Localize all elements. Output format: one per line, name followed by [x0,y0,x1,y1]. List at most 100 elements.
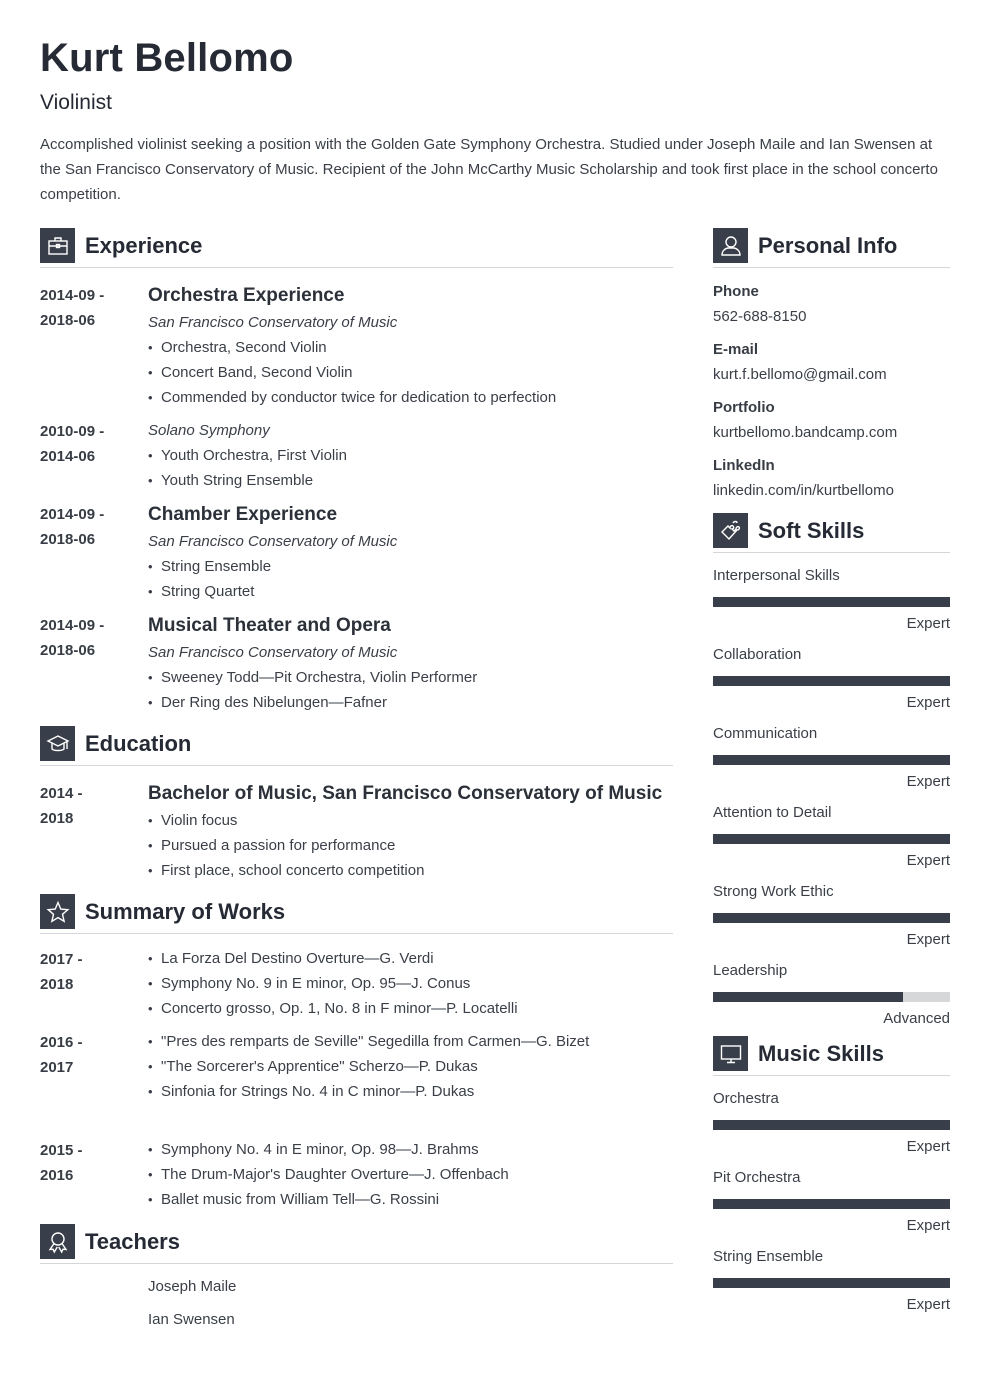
experience-section: Experience 2014-09 - 2018-06 Orchestra Ex… [40,228,673,715]
bullet-item: Youth String Ensemble [148,468,673,493]
skill-name: Leadership [713,962,788,979]
user-icon [713,228,748,263]
bullet-item: "Pres des remparts de Seville" Segedilla… [148,1029,673,1054]
skill-level-fill [713,834,950,844]
date-start: 2010-09 - [40,423,105,440]
skill-item: Leadership Advanced [713,958,950,1031]
bullet-item: Ballet music from William Tell—G. Rossin… [148,1187,673,1212]
bullet-item: The Drum-Major's Daughter Overture—J. Of… [148,1162,673,1187]
skill-item: Attention to Detail Expert [713,800,950,873]
skill-level-fill [713,913,950,923]
profile-summary: Accomplished violinist seeking a positio… [40,136,938,203]
skill-level-label: Expert [906,615,950,632]
bullet-item: Commended by conductor twice for dedicat… [148,385,673,410]
skill-level-fill [713,1120,950,1130]
award-ribbon-icon [40,1224,75,1259]
entry-organization: Solano Symphony [148,422,270,439]
experience-entry: 2010-09 - 2014-06 Solano Symphony Youth O… [40,418,673,493]
bullet-item: Concert Band, Second Violin [148,360,673,385]
portfolio-link[interactable]: kurtbellomo.bandcamp.com [713,420,950,445]
skill-level-fill [713,992,903,1002]
skill-name: Attention to Detail [713,804,832,821]
bullet-item: Sinfonia for Strings No. 4 in C minor—P.… [148,1079,673,1104]
bullet-item: "The Sorcerer's Apprentice" Scherzo—P. D… [148,1054,673,1079]
skill-level-bar [713,676,950,686]
experience-entry: 2014-09 - 2018-06 Orchestra Experience Sa… [40,282,673,410]
briefcase-icon [40,228,75,263]
bullet-item: First place, school concerto competition [148,858,673,883]
bullet-item: String Quartet [148,579,673,604]
date-end: 2018 [40,976,74,993]
date-end: 2018 [40,810,74,827]
experience-entry: 2014-09 - 2018-06 Musical Theater and Ope… [40,612,673,715]
entry-title: Orchestra Experience [148,285,345,306]
works-section: Summary of Works 2017 - 2018 La Forza Del… [40,894,673,1212]
entry-organization: San Francisco Conservatory of Music [148,314,398,331]
skill-name: String Ensemble [713,1248,824,1265]
info-item-linkedin: LinkedIn linkedin.com/in/kurtbellomo [713,453,950,503]
skill-level-fill [713,676,950,686]
info-label: Phone [713,283,759,300]
section-title: Music Skills [758,1040,884,1066]
entry-organization: San Francisco Conservatory of Music [148,644,398,661]
skill-name: Pit Orchestra [713,1169,801,1186]
skill-item: Pit Orchestra Expert [713,1165,950,1238]
date-end: 2018-06 [40,312,96,329]
graduation-cap-icon [40,726,75,761]
info-item-email: E-mail kurt.f.bellomo@gmail.com [713,337,950,387]
bullet-item: Symphony No. 4 in E minor, Op. 98—J. Bra… [148,1137,673,1162]
puzzle-piece-icon [713,513,748,548]
section-title: Soft Skills [758,517,865,543]
skill-level-label: Advanced [883,1010,950,1027]
date-start: 2015 - [40,1142,83,1159]
job-title: Violinist [40,91,112,114]
personal-info-section: Personal Info Phone 562-688-8150 E-mail … [713,228,950,503]
teacher-name: Joseph Maile [148,1278,237,1295]
linkedin-link[interactable]: linkedin.com/in/kurtbellomo [713,478,950,503]
date-start: 2017 - [40,951,83,968]
section-header: Summary of Works [40,894,673,934]
skill-name: Interpersonal Skills [713,567,840,584]
skill-level-fill [713,1199,950,1209]
skill-item: Communication Expert [713,721,950,794]
bullet-item: Orchestra, Second Violin [148,335,673,360]
section-title: Education [85,730,192,756]
skill-level-fill [713,597,950,607]
experience-entry: 2014-09 - 2018-06 Chamber Experience San … [40,501,673,604]
works-entry: 2017 - 2018 La Forza Del Destino Overture… [40,946,673,1021]
skill-level-label: Expert [906,852,950,869]
works-entry: 2015 - 2016 Symphony No. 4 in E minor, Op… [40,1137,673,1212]
entry-title: Chamber Experience [148,504,338,525]
soft-skills-section: Soft Skills Interpersonal Skills Expert … [713,513,950,1031]
bullet-item: Violin focus [148,808,673,833]
skill-level-label: Expert [906,1217,950,1234]
date-start: 2016 - [40,1034,83,1051]
info-label: E-mail [713,341,759,358]
skill-level-label: Expert [906,773,950,790]
monitor-icon [713,1036,748,1071]
date-end: 2014-06 [40,448,96,465]
bullet-item: Der Ring des Nibelungen—Fafner [148,690,673,715]
date-end: 2016 [40,1167,74,1184]
info-label: Portfolio [713,399,775,416]
skill-item: Collaboration Expert [713,642,950,715]
main-column: Experience 2014-09 - 2018-06 Orchestra Ex… [40,228,673,1336]
phone-value: 562-688-8150 [713,308,807,325]
skill-level-bar [713,834,950,844]
section-title: Summary of Works [85,898,286,924]
info-item-phone: Phone 562-688-8150 [713,279,950,329]
degree-title: Bachelor of Music, San Francisco Conserv… [148,783,663,804]
skill-level-bar [713,597,950,607]
bullet-item: Pursued a passion for performance [148,833,673,858]
skill-level-bar [713,1199,950,1209]
email-link[interactable]: kurt.f.bellomo@gmail.com [713,362,950,387]
section-title: Teachers [85,1228,180,1254]
skill-item: String Ensemble Expert [713,1244,950,1317]
skill-name: Communication [713,725,818,742]
bullet-item: La Forza Del Destino Overture—G. Verdi [148,946,673,971]
date-end: 2017 [40,1059,74,1076]
date-end: 2018-06 [40,642,96,659]
skill-level-bar [713,992,950,1002]
bullet-item: String Ensemble [148,554,673,579]
entry-organization: San Francisco Conservatory of Music [148,533,398,550]
